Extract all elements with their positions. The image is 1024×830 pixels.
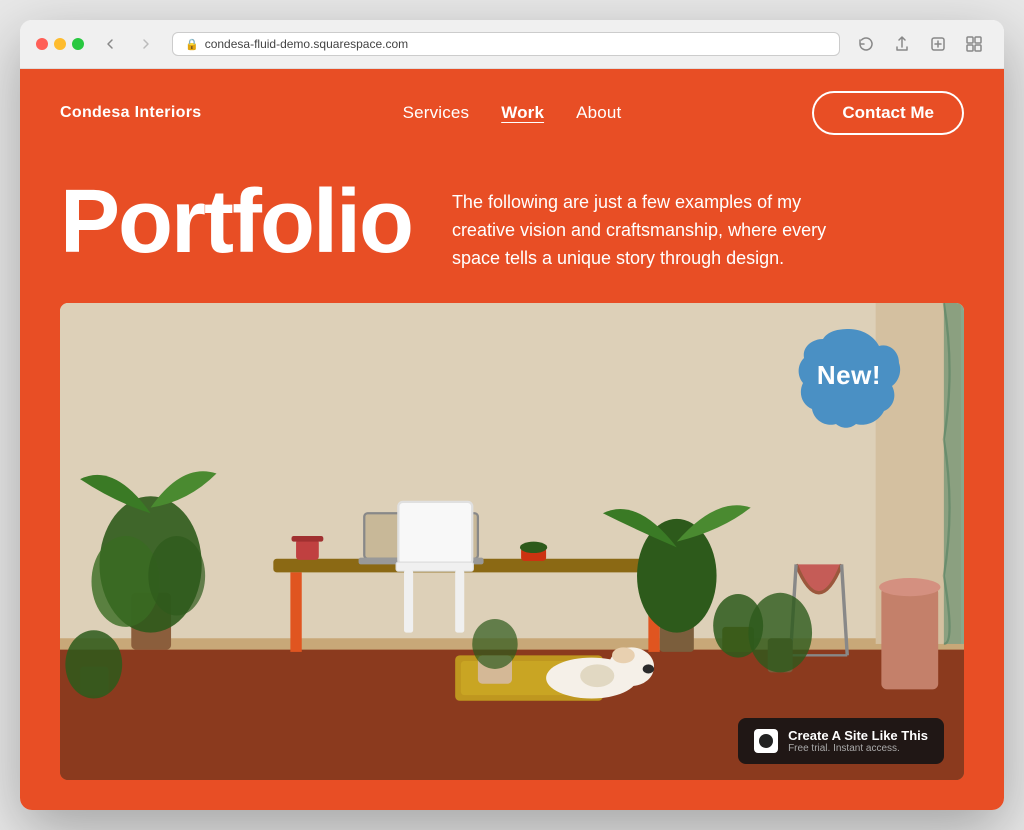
nav-link-services[interactable]: Services: [403, 103, 470, 123]
portfolio-image: New! Create A Site Like This Free trial.…: [60, 303, 964, 780]
forward-button[interactable]: [132, 30, 160, 58]
nav-link-work[interactable]: Work: [501, 103, 544, 123]
browser-window: 🔒 condesa-fluid-demo.squarespace.com: [20, 20, 1004, 810]
tabs-button[interactable]: [960, 30, 988, 58]
lock-icon: 🔒: [185, 38, 199, 51]
site-navigation: Condesa Interiors Services Work About Co…: [20, 69, 1004, 157]
hero-description: The following are just a few examples of…: [452, 177, 832, 273]
browser-actions: [852, 30, 988, 58]
new-tab-button[interactable]: [924, 30, 952, 58]
nav-links: Services Work About: [403, 103, 622, 123]
share-button[interactable]: [888, 30, 916, 58]
browser-chrome: 🔒 condesa-fluid-demo.squarespace.com: [20, 20, 1004, 69]
url-text: condesa-fluid-demo.squarespace.com: [205, 37, 408, 51]
reload-button[interactable]: [852, 30, 880, 58]
squarespace-icon-inner: [759, 734, 773, 748]
maximize-button[interactable]: [72, 38, 84, 50]
contact-button[interactable]: Contact Me: [812, 91, 964, 135]
minimize-button[interactable]: [54, 38, 66, 50]
hero-title: Portfolio: [60, 177, 412, 267]
squarespace-sub-text: Free trial. Instant access.: [788, 743, 928, 754]
address-bar[interactable]: 🔒 condesa-fluid-demo.squarespace.com: [172, 32, 840, 56]
new-badge: New!: [794, 321, 904, 431]
back-button[interactable]: [96, 30, 124, 58]
badge-label: New!: [817, 360, 881, 391]
close-button[interactable]: [36, 38, 48, 50]
nav-link-about[interactable]: About: [576, 103, 621, 123]
portfolio-image-section: New! Create A Site Like This Free trial.…: [60, 303, 964, 780]
site-logo: Condesa Interiors: [60, 104, 201, 122]
squarespace-main-text: Create A Site Like This: [788, 728, 928, 743]
squarespace-icon: [754, 729, 778, 753]
traffic-lights: [36, 38, 84, 50]
browser-nav: [96, 30, 160, 58]
squarespace-text: Create A Site Like This Free trial. Inst…: [788, 728, 928, 754]
hero-section: Portfolio The following are just a few e…: [20, 157, 1004, 303]
website-content: Condesa Interiors Services Work About Co…: [20, 69, 1004, 810]
squarespace-badge[interactable]: Create A Site Like This Free trial. Inst…: [738, 718, 944, 764]
